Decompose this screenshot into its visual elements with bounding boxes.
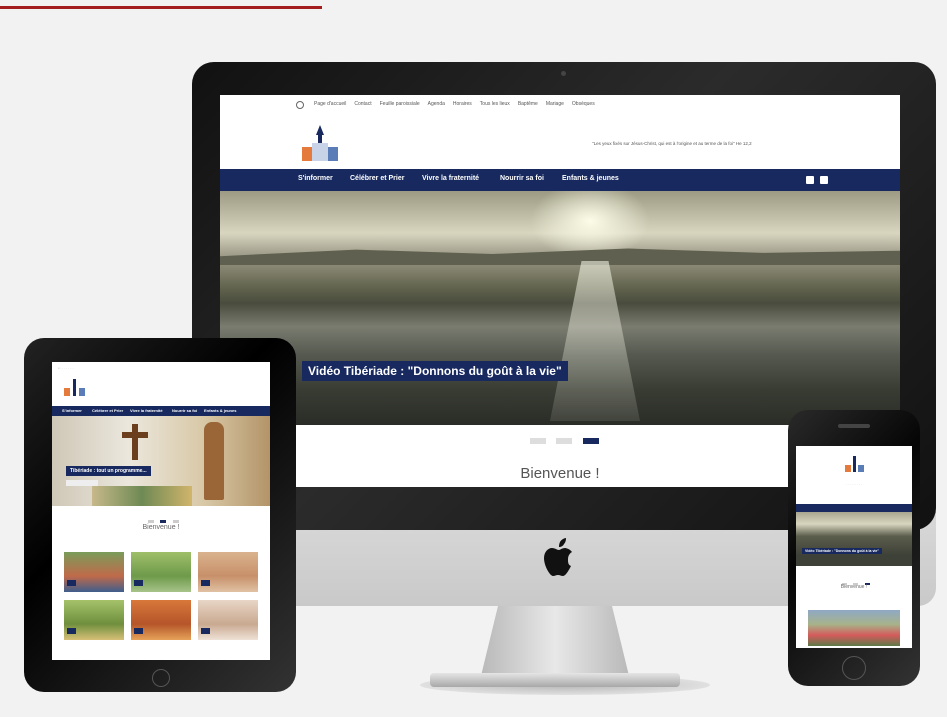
top-nav-link-1[interactable]: Page d'accueil xyxy=(314,101,346,107)
search-icon[interactable] xyxy=(296,101,304,109)
menu-item-enfants[interactable]: Enfants & jeunes xyxy=(562,175,619,182)
ipad-thumb-3[interactable] xyxy=(198,552,258,592)
thumb-label xyxy=(67,580,77,586)
imac-camera xyxy=(561,71,566,76)
iphone-hero-image[interactable]: Vidéo Tibériade : "Donnons du goût à la … xyxy=(796,512,912,566)
hero-slide-image[interactable]: Vidéo Tibériade : "Donnons du goût à la … xyxy=(220,191,900,425)
ipad-thumb-5[interactable] xyxy=(131,600,191,640)
ipad-device: ⌕ · · · · · · · · S'informer Célébrer et… xyxy=(24,338,296,692)
iphone-home-button[interactable] xyxy=(842,656,866,680)
apple-logo-icon xyxy=(544,538,572,576)
cross-vertical xyxy=(132,424,138,460)
thumb-label xyxy=(134,628,144,634)
thumb-label xyxy=(134,580,144,586)
ipad-top-nav: ⌕ · · · · · · · · xyxy=(58,366,75,370)
slider-dots xyxy=(530,431,605,449)
ipad-hero-caption[interactable]: Tibériade : tout un programme... xyxy=(66,466,151,476)
parish-logo-icon[interactable] xyxy=(292,125,350,165)
top-nav-link-5[interactable]: Horaires xyxy=(453,101,472,107)
iphone-screen: · · · · · · · · · Vidéo Tibériade : "Don… xyxy=(796,446,912,648)
top-nav-link-8[interactable]: Mariage xyxy=(546,101,564,107)
ipad-logo-icon xyxy=(64,379,85,396)
flowers xyxy=(92,486,192,506)
iphone-menu-bar[interactable] xyxy=(796,504,912,512)
iphone-speaker xyxy=(838,424,870,428)
ipad-thumb-2[interactable] xyxy=(131,552,191,592)
ipad-thumb-4[interactable] xyxy=(64,600,124,640)
ipad-hero-button[interactable] xyxy=(66,480,98,486)
iphone-welcome-heading: Bienvenue ! xyxy=(840,584,868,590)
ipad-thumb-1[interactable] xyxy=(64,552,124,592)
cross-horizontal xyxy=(122,432,148,438)
slider-dot-3[interactable] xyxy=(582,438,599,444)
top-nav: Page d'accueil Contact Feuille paroissiale… xyxy=(314,101,603,107)
top-nav-link-7[interactable]: Baptême xyxy=(518,101,538,107)
slider-dot-2[interactable] xyxy=(556,438,573,444)
top-nav-link-4[interactable]: Agenda xyxy=(428,101,445,107)
thumb-label xyxy=(201,628,211,634)
thumb-label xyxy=(201,580,211,586)
menu-item-fraternite[interactable]: Vivre la fraternité xyxy=(422,175,479,182)
iphone-hero-caption[interactable]: Vidéo Tibériade : "Donnons du goût à la … xyxy=(802,548,882,554)
iphone-thumb-1[interactable] xyxy=(808,610,900,646)
ipad-slider-dot-3[interactable] xyxy=(172,520,179,523)
ipad-menu-item-celebrer[interactable]: Célébrer et Prier xyxy=(92,408,123,413)
slider-dot-1[interactable] xyxy=(530,438,546,444)
ipad-menu-item-enfants[interactable]: Enfants & jeunes xyxy=(204,408,236,413)
iphone-logo-icon xyxy=(845,456,864,472)
ipad-home-button[interactable] xyxy=(152,669,170,687)
iphone-device: · · · · · · · · · Vidéo Tibériade : "Don… xyxy=(788,410,920,686)
ipad-menu-item-informer[interactable]: S'informer xyxy=(62,408,82,413)
email-icon[interactable] xyxy=(820,176,828,184)
water-glare xyxy=(550,261,640,421)
top-nav-link-9[interactable]: Obsèques xyxy=(572,101,595,107)
menu-item-informer[interactable]: S'informer xyxy=(298,175,333,182)
imac-foot xyxy=(430,673,680,687)
thumb-label xyxy=(67,628,77,634)
ipad-menu-item-foi[interactable]: Nourrir sa foi xyxy=(172,408,197,413)
ipad-thumb-6[interactable] xyxy=(198,600,258,640)
iphone-tagline: · · · · · · · · · xyxy=(846,482,862,486)
main-menu: S'informer Célébrer et Prier Vivre la fr… xyxy=(220,169,900,191)
menu-item-foi[interactable]: Nourrir sa foi xyxy=(500,175,544,182)
imac-stand xyxy=(480,606,630,680)
hero-caption[interactable]: Vidéo Tibériade : "Donnons du goût à la … xyxy=(302,361,568,381)
top-nav-link-3[interactable]: Feuille paroissiale xyxy=(380,101,420,107)
site-tagline: "Les yeux fixés sur Jésus-Christ, qui es… xyxy=(592,141,752,146)
ipad-slider-dot-1[interactable] xyxy=(148,520,154,523)
ipad-hero-image[interactable]: Tibériade : tout un programme... xyxy=(52,416,270,506)
ipad-main-menu: S'informer Célébrer et Prier Vivre la fr… xyxy=(52,406,270,416)
top-nav-link-2[interactable]: Contact xyxy=(354,101,371,107)
facebook-icon[interactable] xyxy=(806,176,814,184)
ipad-slider-dot-2[interactable] xyxy=(160,520,167,523)
top-accent-bar xyxy=(0,0,322,9)
ipad-menu-item-fraternite[interactable]: Vivre la fraternité xyxy=(130,408,163,413)
menu-item-celebrer[interactable]: Célébrer et Prier xyxy=(350,175,404,182)
ipad-screen: ⌕ · · · · · · · · S'informer Célébrer et… xyxy=(52,362,270,660)
top-nav-link-6[interactable]: Tous les lieux xyxy=(480,101,510,107)
ipad-welcome-heading: Bienvenue ! xyxy=(142,524,180,531)
statue xyxy=(204,422,224,500)
